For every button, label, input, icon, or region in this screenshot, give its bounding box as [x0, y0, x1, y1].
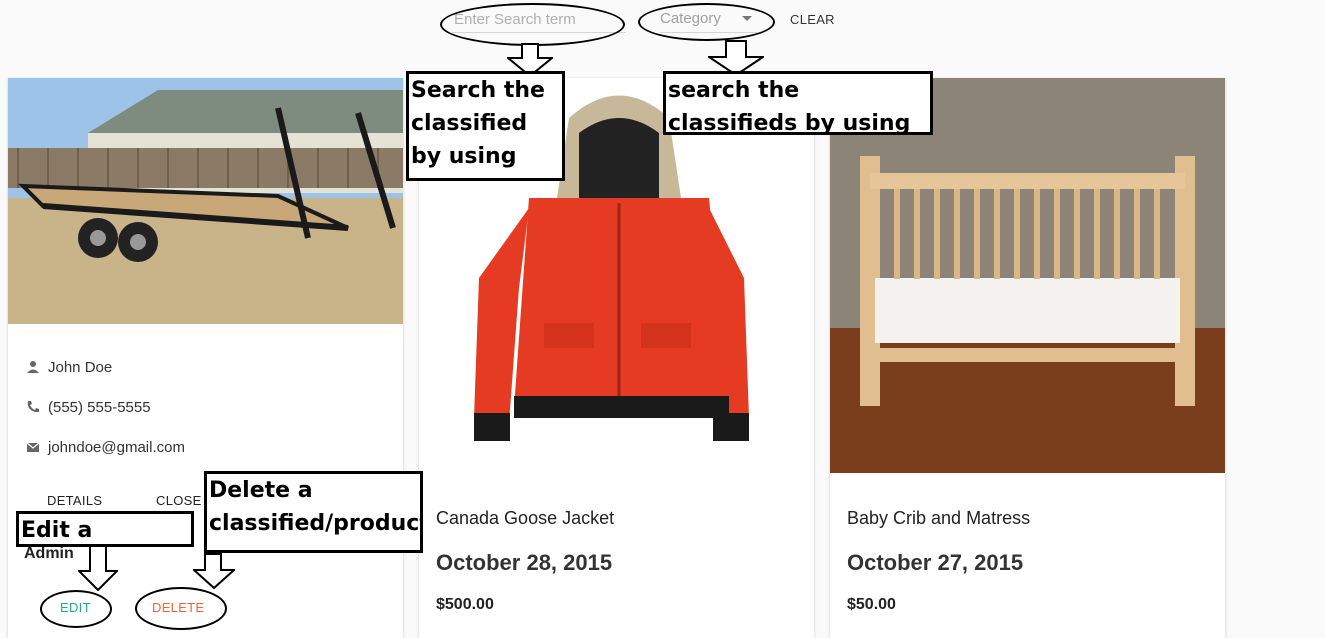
email-icon [26, 442, 40, 452]
contact-email: johndoe@gmail.com [48, 438, 185, 456]
arrow-down-icon [193, 553, 235, 589]
annotation-search-ellipse [440, 3, 625, 46]
contact-name-row: John Doe [26, 356, 112, 378]
annotation-delete-ellipse [135, 587, 227, 630]
contact-phone-row: (555) 555-5555 [26, 396, 151, 418]
classified-card-crib[interactable]: Baby Crib and Matress October 27, 2015 $… [830, 78, 1225, 638]
card-title: Canada Goose Jacket [436, 508, 615, 528]
contact-phone: (555) 555-5555 [48, 398, 151, 416]
annotation-search-text: Search the classified by using text. [406, 71, 565, 181]
annotation-search-category: search the classifieds by using categori… [663, 71, 933, 135]
admin-label: Admin [24, 545, 74, 562]
card-date: October 28, 2015 [436, 550, 613, 575]
annotation-category-ellipse [638, 3, 775, 41]
card-title: Baby Crib and Matress [847, 508, 1031, 528]
card-date: October 27, 2015 [847, 550, 1024, 575]
annotation-edit-ellipse [40, 590, 112, 628]
card-price: $500.00 [436, 596, 494, 613]
contact-email-row: johndoe@gmail.com [26, 436, 185, 458]
phone-icon [27, 401, 39, 413]
arrow-down-icon [78, 545, 118, 591]
contact-name: John Doe [48, 358, 113, 376]
details-button[interactable]: DETAILS [47, 493, 102, 508]
annotation-edit: Edit a Classified [16, 511, 194, 547]
person-icon [27, 361, 39, 373]
clear-button[interactable]: CLEAR [780, 8, 845, 30]
annotation-delete: Delete a classified/product. [204, 471, 423, 553]
close-button[interactable]: CLOSE [156, 493, 202, 508]
crib-image[interactable] [830, 78, 1225, 473]
trailer-image[interactable] [8, 78, 403, 324]
card-price: $50.00 [847, 596, 896, 613]
